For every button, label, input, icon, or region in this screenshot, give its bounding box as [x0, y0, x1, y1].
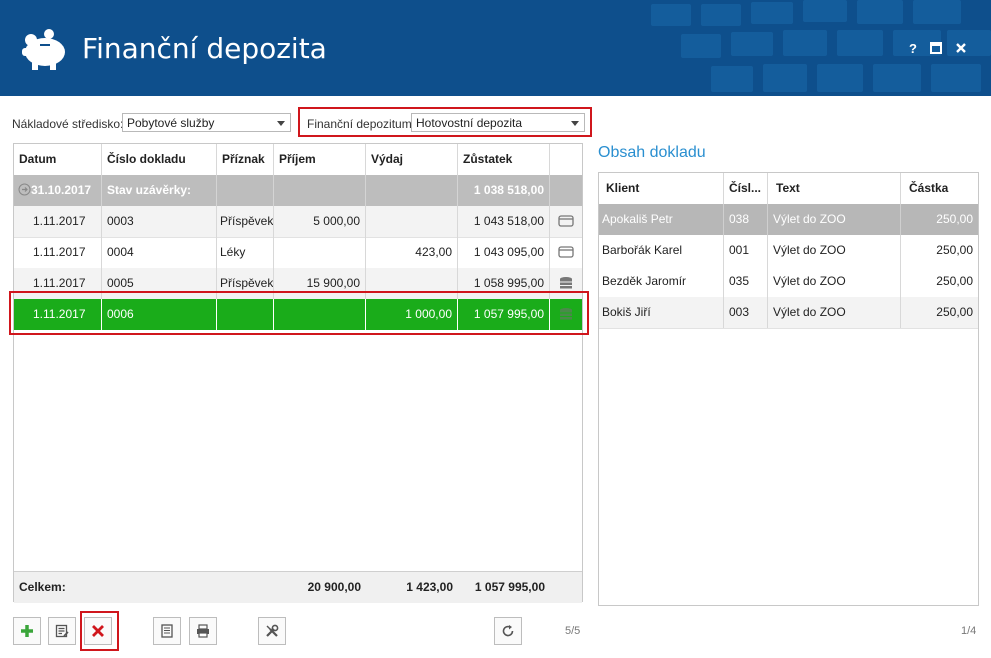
- left-pager: 5/5: [565, 625, 581, 637]
- card-icon: [558, 246, 574, 258]
- list-item[interactable]: Barbořák Karel 001 Výlet do ZOO 250,00: [599, 235, 978, 267]
- chevron-down-icon: [277, 121, 285, 126]
- help-button[interactable]: ?: [906, 42, 920, 56]
- detail-amount: 250,00: [936, 274, 973, 288]
- deposit-select[interactable]: Hotovostní depozita: [411, 113, 585, 132]
- document-icon: [161, 624, 173, 638]
- detail-row-selected[interactable]: Apokališ Petr 038 Výlet do ZOO 250,00: [599, 204, 978, 235]
- row-income: 5 000,00: [274, 206, 366, 237]
- add-icon: [21, 625, 33, 637]
- detail-amount: 250,00: [936, 212, 973, 226]
- column-header-type: [550, 144, 582, 175]
- close-icon: [956, 43, 966, 53]
- column-header-date[interactable]: Datum: [14, 144, 102, 175]
- list-item[interactable]: Bezděk Jaromír 035 Výlet do ZOO 250,00: [599, 266, 978, 298]
- group-row[interactable]: 31.10.2017 Stav uzávěrky: 1 038 518,00: [14, 175, 582, 206]
- detail-client: Bokiš Jiří: [599, 297, 724, 328]
- column-header-expense[interactable]: Výdaj: [366, 144, 458, 175]
- delete-icon: [92, 625, 104, 637]
- detail-text: Výlet do ZOO: [768, 235, 901, 266]
- detail-client: Apokališ Petr: [599, 204, 724, 235]
- totals-label: Celkem:: [19, 580, 66, 594]
- print-button[interactable]: [189, 617, 217, 645]
- table-row[interactable]: 1.11.2017 0004 Léky 423,00 1 043 095,00: [14, 237, 582, 269]
- detail-number: 001: [724, 235, 768, 266]
- detail-text: Výlet do ZOO: [768, 204, 901, 235]
- totals-income: 20 900,00: [307, 580, 361, 594]
- cost-center-value: Pobytové služby: [127, 116, 215, 130]
- edit-button[interactable]: [48, 617, 76, 645]
- app-header: Finanční depozita ?: [0, 0, 991, 96]
- column-header-number[interactable]: Čísl...: [724, 173, 768, 204]
- edit-icon: [55, 624, 69, 638]
- deposit-label: Finanční depozitum:: [307, 117, 416, 131]
- page-title: Finanční depozita: [82, 32, 327, 65]
- row-flag: Léky: [217, 237, 274, 268]
- tools-icon: [266, 624, 279, 637]
- refresh-button[interactable]: [494, 617, 522, 645]
- refresh-icon: [502, 625, 514, 637]
- row-doc: 0004: [102, 237, 217, 268]
- column-header-amount[interactable]: Částka: [901, 173, 978, 204]
- totals-row: Celkem: 20 900,00 1 423,00 1 057 995,00: [14, 571, 582, 603]
- detail-grid: Klient Čísl... Text Částka Apokališ Petr…: [598, 172, 979, 606]
- totals-expense: 1 423,00: [406, 580, 453, 594]
- selected-row-highlight-box: [9, 291, 589, 335]
- cost-center-label: Nákladové středisko:: [12, 117, 124, 131]
- row-expense: [366, 206, 458, 237]
- print-icon: [197, 624, 209, 638]
- piggy-bank-icon: [22, 29, 65, 70]
- row-date: 1.11.2017: [14, 206, 102, 237]
- detail-number: 003: [724, 297, 768, 328]
- detail-text: Výlet do ZOO: [768, 297, 901, 328]
- row-balance: 1 043 095,00: [458, 237, 550, 268]
- column-header-balance[interactable]: Zůstatek: [458, 144, 550, 175]
- column-header-income[interactable]: Příjem: [274, 144, 366, 175]
- detail-client: Bezděk Jaromír: [599, 266, 724, 297]
- column-header-doc-number[interactable]: Číslo dokladu: [102, 144, 217, 175]
- deposit-value: Hotovostní depozita: [416, 116, 523, 130]
- group-date: 31.10.2017: [31, 183, 92, 197]
- close-button[interactable]: [954, 42, 968, 56]
- group-balance: 1 038 518,00: [458, 175, 550, 206]
- detail-text: Výlet do ZOO: [768, 266, 901, 297]
- detail-title: Obsah dokladu: [598, 144, 706, 161]
- tools-button[interactable]: [258, 617, 286, 645]
- delete-button[interactable]: [84, 617, 112, 645]
- header-pattern: [651, 0, 991, 92]
- row-date: 1.11.2017: [14, 237, 102, 268]
- row-doc: 0003: [102, 206, 217, 237]
- row-balance: 1 043 518,00: [458, 206, 550, 237]
- group-label: Stav uzávěrky:: [102, 175, 217, 206]
- expand-arrow-icon[interactable]: [18, 183, 31, 196]
- card-icon: [558, 215, 574, 227]
- column-header-client[interactable]: Klient: [599, 173, 724, 204]
- column-header-flag[interactable]: Příznak: [217, 144, 274, 175]
- group-date-cell: 31.10.2017: [14, 175, 102, 206]
- detail-amount: 250,00: [936, 305, 973, 319]
- detail-number: 038: [724, 204, 768, 235]
- maximize-icon: [930, 42, 942, 54]
- totals-balance: 1 057 995,00: [474, 580, 545, 594]
- detail-header-row: Klient Čísl... Text Částka: [599, 173, 978, 205]
- list-item[interactable]: Bokiš Jiří 003 Výlet do ZOO 250,00: [599, 297, 978, 329]
- add-button[interactable]: [13, 617, 41, 645]
- right-pager: 1/4: [961, 625, 977, 637]
- detail-client: Barbořák Karel: [599, 235, 724, 266]
- transactions-grid: Datum Číslo dokladu Příznak Příjem Výdaj…: [13, 143, 583, 603]
- row-expense: 423,00: [366, 237, 458, 268]
- grid-header-row: Datum Číslo dokladu Příznak Příjem Výdaj…: [14, 144, 582, 176]
- detail-amount: 250,00: [936, 243, 973, 257]
- row-income: [274, 237, 366, 268]
- maximize-button[interactable]: [929, 42, 943, 56]
- document-button[interactable]: [153, 617, 181, 645]
- column-header-text[interactable]: Text: [768, 173, 901, 204]
- table-row[interactable]: 1.11.2017 0003 Příspěvek 5 000,00 1 043 …: [14, 206, 582, 238]
- detail-number: 035: [724, 266, 768, 297]
- coins-icon: [560, 277, 572, 289]
- row-flag: Příspěvek: [217, 206, 274, 237]
- cost-center-select[interactable]: Pobytové služby: [122, 113, 291, 132]
- chevron-down-icon: [571, 121, 579, 126]
